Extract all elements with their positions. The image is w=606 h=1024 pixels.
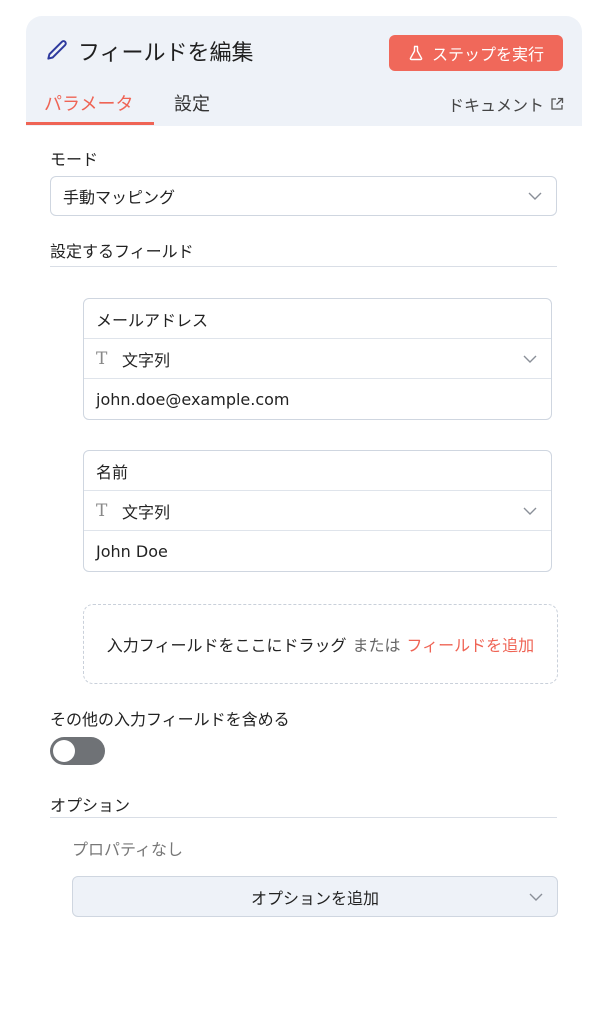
text-type-icon: T [96,348,108,369]
options-divider [50,817,557,818]
tab-bar: パラメータ 設定 ドキュメント [26,86,582,126]
include-others-toggle[interactable] [50,737,105,765]
external-link-icon [551,97,564,110]
field-value-text: john.doe@example.com [96,389,290,409]
field-name-value: メールアドレス [96,310,209,330]
title-row: フィールドを編集 [44,34,254,68]
docs-link[interactable]: ドキュメント [448,92,564,116]
field-card: メールアドレス T 文字列 john.doe@example.com [83,298,552,420]
dropzone-text: 入力フィールドをここにドラッグ [106,636,347,655]
panel-header: フィールドを編集 ステップを実行 パラメータ 設定 ドキュメント [26,16,582,126]
field-dropzone[interactable]: 入力フィールドをここにドラッグ または フィールドを追加 [83,604,558,684]
options-label: オプション [50,796,131,815]
field-name-input[interactable]: 名前 [84,451,551,491]
pencil-icon [47,40,67,60]
field-type-select[interactable]: T 文字列 [84,339,551,379]
flask-icon [409,45,423,61]
field-type-select[interactable]: T 文字列 [84,491,551,531]
active-tab-indicator [26,122,154,125]
field-type-value: 文字列 [122,502,171,522]
fields-section-label: 設定するフィールド [50,242,194,261]
docs-link-label: ドキュメント [447,96,544,115]
field-value-input[interactable]: john.doe@example.com [84,379,551,419]
chevron-down-icon [529,893,543,901]
chevron-down-icon [528,192,542,200]
text-type-icon: T [96,500,108,521]
mode-select[interactable]: 手動マッピング [50,176,557,216]
mode-select-value: 手動マッピング [63,188,176,207]
run-step-label: ステップを実行 [431,45,544,64]
chevron-down-icon [523,507,537,515]
edit-fields-panel: フィールドを編集 ステップを実行 パラメータ 設定 ドキュメント [26,16,582,126]
field-value-input[interactable]: John Doe [84,531,551,571]
tab-parameters[interactable]: パラメータ [44,90,133,116]
page-title: フィールドを編集 [78,41,254,66]
field-type-value: 文字列 [122,350,171,370]
mode-label: モード [50,150,99,169]
field-value-text: John Doe [96,541,168,561]
tab-settings[interactable]: 設定 [174,90,210,116]
add-option-select[interactable]: オプションを追加 [72,876,558,917]
include-others-label: その他の入力フィールドを含める [50,710,290,729]
dropzone-or: または [352,636,401,655]
field-name-value: 名前 [96,462,129,482]
add-field-link[interactable]: フィールドを追加 [407,632,535,656]
toggle-knob [53,740,75,762]
fields-section-divider [50,266,557,267]
no-properties-text: プロパティなし [72,840,184,859]
run-step-button[interactable]: ステップを実行 [389,35,563,71]
add-option-label: オプションを追加 [250,888,379,908]
field-name-input[interactable]: メールアドレス [84,299,551,339]
field-card: 名前 T 文字列 John Doe [83,450,552,572]
chevron-down-icon [523,355,537,363]
